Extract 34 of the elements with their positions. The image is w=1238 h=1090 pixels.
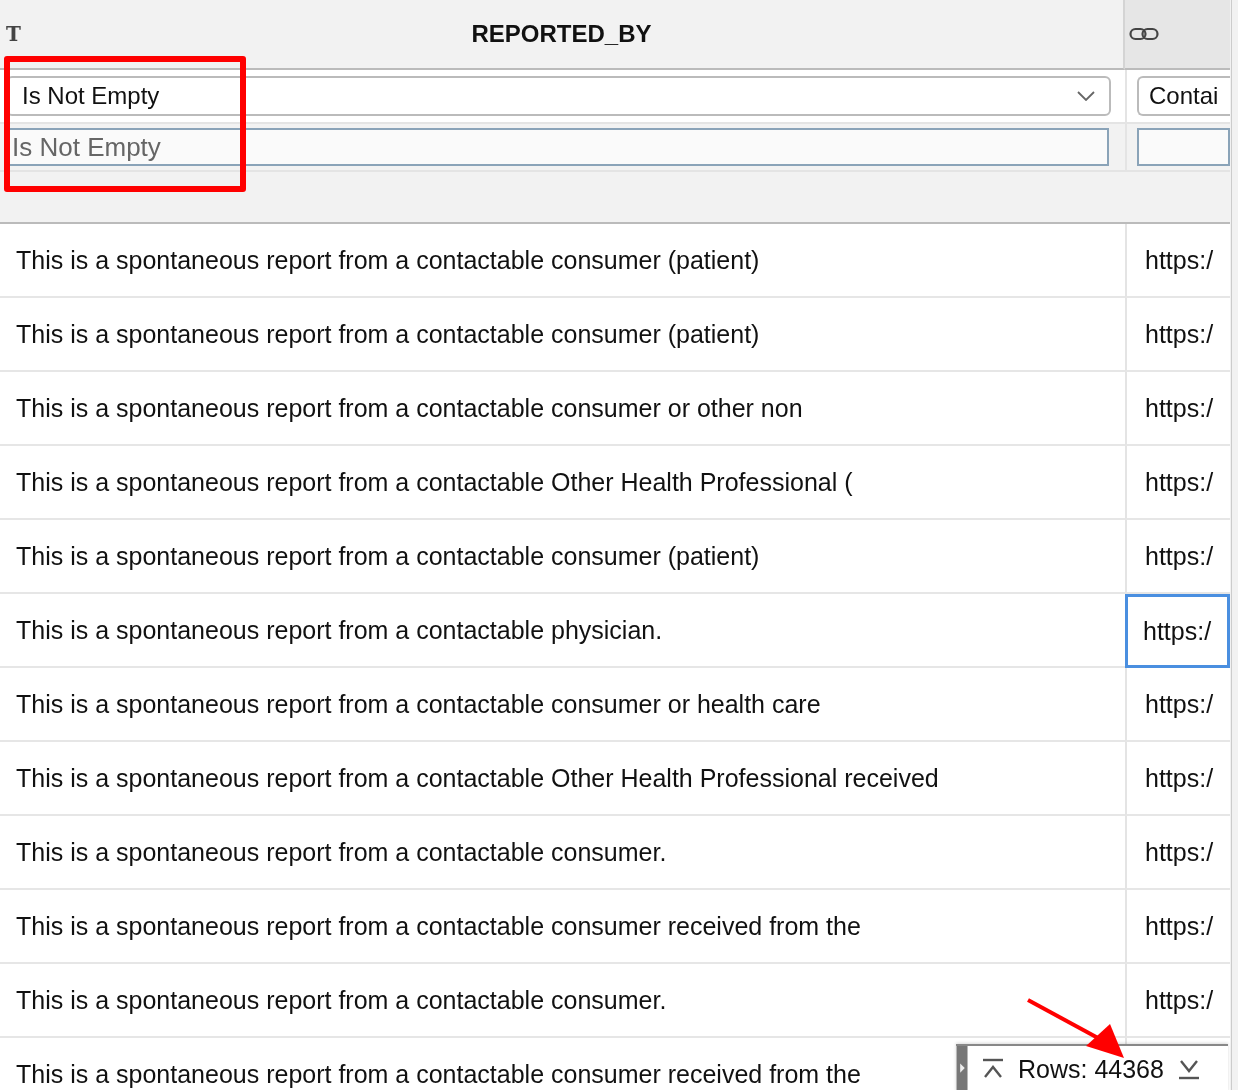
link-cell[interactable]: https:/ [1125,964,1230,1038]
chevron-down-icon [1077,91,1095,101]
table-cell: This is a spontaneous report from a contactable consumer. [0,816,1125,890]
table-cell: This is a spontaneous report from a contactable Other Health Professional ( [0,446,1125,520]
link-cell[interactable]: https:/ [1125,372,1230,446]
column-type-icon: T [0,22,34,46]
table-cell: This is a spontaneous report from a contactable Other Health Professional received [0,742,1125,816]
link-cell[interactable]: https:/ [1125,742,1230,816]
filter-input[interactable] [1137,128,1230,166]
link-cell[interactable]: https:/ [1125,446,1230,520]
table-cell: This is a spontaneous report from a contactable consumer or other non [0,372,1125,446]
link-cell[interactable]: https:/ [1125,816,1230,890]
link-cell[interactable]: https:/ [1125,668,1230,742]
filter-dropdown[interactable]: Contai [1137,76,1230,116]
link-cell[interactable]: https:/ [1125,520,1230,594]
scroll-to-bottom-icon[interactable] [1177,1058,1200,1080]
table-cell: This is a spontaneous report from a contactable consumer received from the [0,890,1125,964]
scroll-to-top-icon[interactable] [982,1058,1004,1080]
link-cell[interactable]: https:/ [1125,890,1230,964]
link-icon [1129,27,1159,41]
table-cell: This is a spontaneous report from a contactable consumer. [0,964,1125,1038]
column-header[interactable]: T REPORTED_BY [0,0,1125,70]
table-cell: This is a spontaneous report from a contactable consumer (patient) [0,298,1125,372]
link-cell[interactable]: https:/ [1125,594,1230,668]
table-cell: This is a spontaneous report from a contactable physician. [0,594,1125,668]
table-cell: This is a spontaneous report from a contactable consumer (patient) [0,224,1125,298]
column-title: REPORTED_BY [470,20,653,48]
row-count: Rows: 44368 [1018,1054,1164,1084]
link-cell[interactable]: https:/ [1125,224,1230,298]
expand-tab-icon[interactable] [956,1046,968,1090]
column-header[interactable] [1125,0,1230,70]
table-cell: This is a spontaneous report from a contactable consumer (patient) [0,520,1125,594]
table-cell: This is a spontaneous report from a contactable consumer or health care [0,668,1125,742]
link-cell[interactable]: https:/ [1125,298,1230,372]
